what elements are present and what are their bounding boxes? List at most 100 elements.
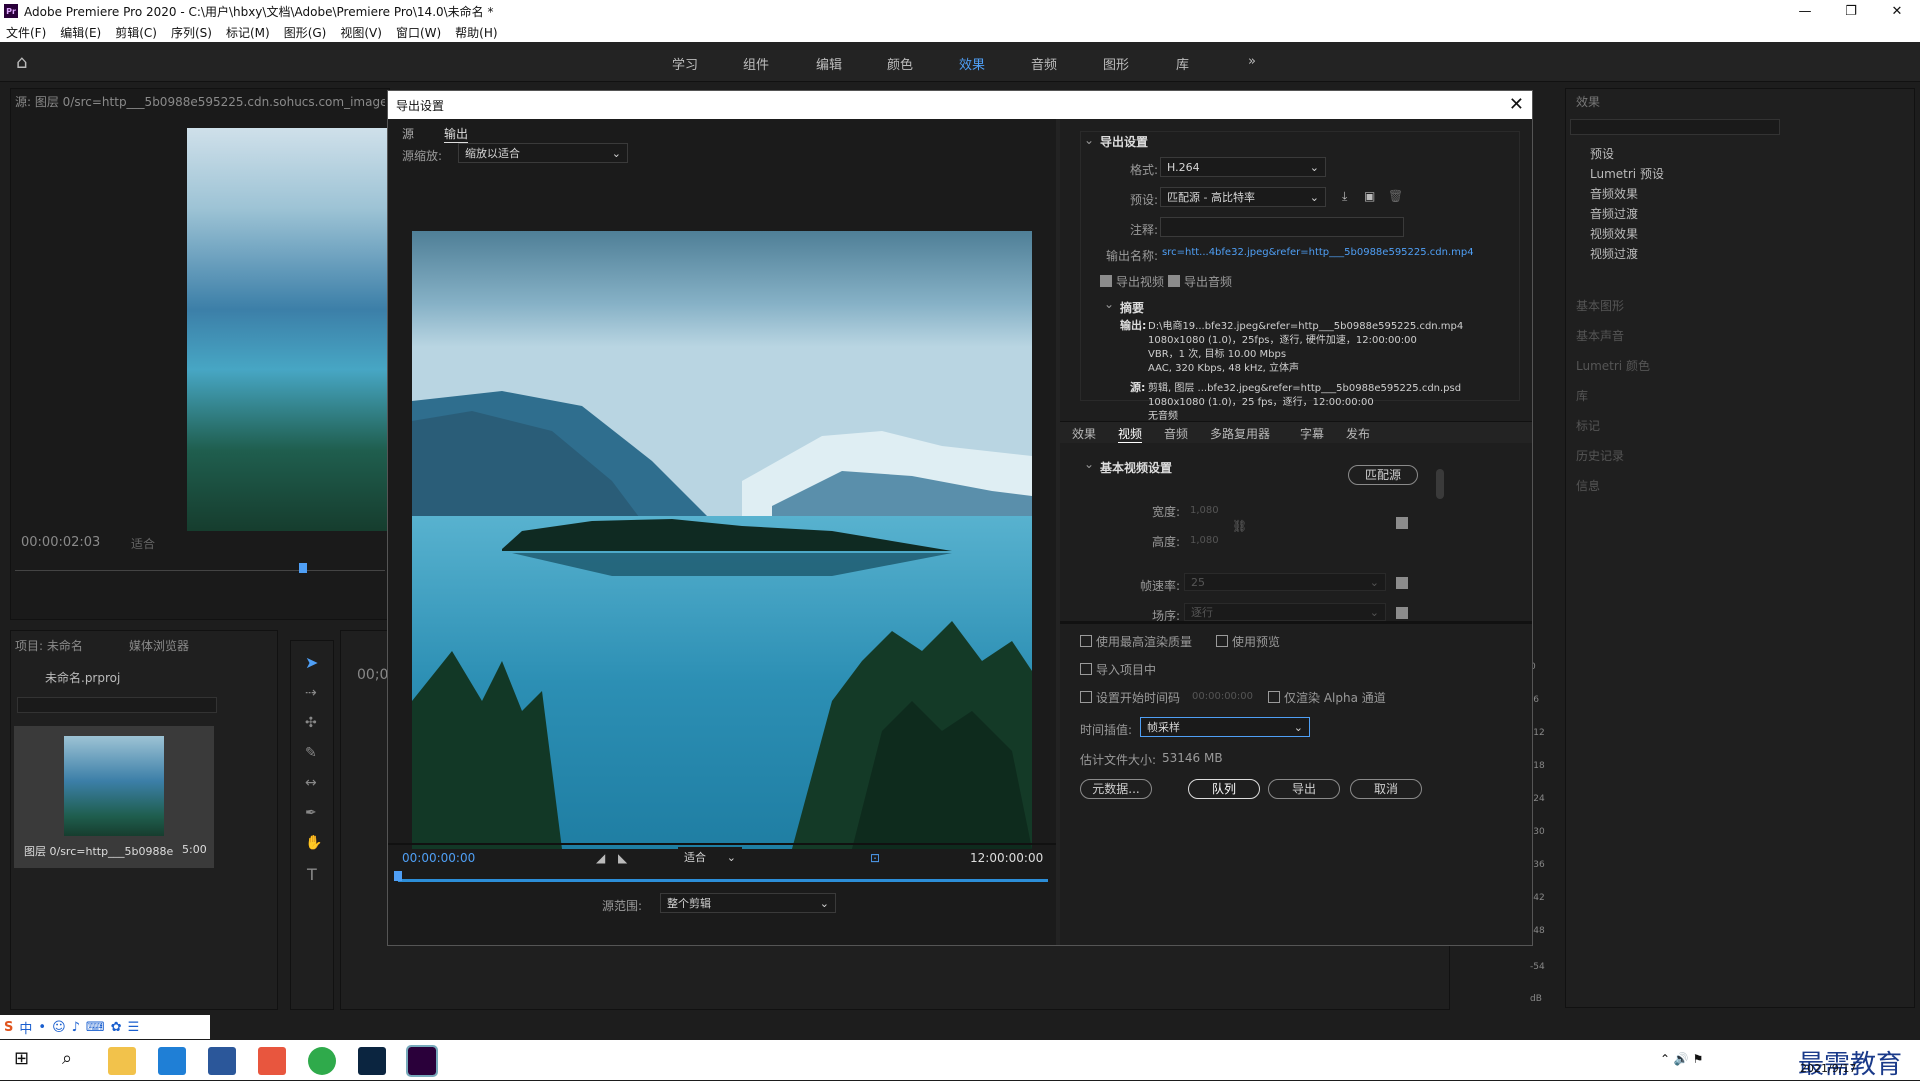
basic-video-chevron-icon[interactable]: ⌄ xyxy=(1084,457,1094,471)
panel-info[interactable]: 信息 xyxy=(1576,477,1600,494)
alpha-only-checkbox[interactable] xyxy=(1268,691,1280,703)
output-name-link[interactable]: src=htt...4bfe32.jpeg&refer=http___5b098… xyxy=(1162,247,1474,258)
effects-item-lumetri-presets[interactable]: Lumetri 预设 xyxy=(1590,165,1664,182)
preset-select[interactable]: 匹配源 - 高比特率 ⌄ xyxy=(1160,187,1326,207)
collapse-chevron-icon[interactable]: ⌄ xyxy=(1084,133,1094,147)
panel-essential-graphics[interactable]: 基本图形 xyxy=(1576,297,1624,314)
source-range-select[interactable]: 整个剪辑 ⌄ xyxy=(660,893,836,913)
export-playhead[interactable] xyxy=(394,871,402,881)
effects-item-video-transitions[interactable]: 视频过渡 xyxy=(1590,245,1638,262)
panel-essential-sound[interactable]: 基本声音 xyxy=(1576,327,1624,344)
timecode-in[interactable]: 00:00:00:00 xyxy=(402,851,475,865)
import-project-checkbox[interactable] xyxy=(1080,663,1092,675)
export-button[interactable]: 导出 xyxy=(1268,779,1340,799)
source-playhead[interactable] xyxy=(299,563,307,573)
selection-tool-icon[interactable]: ➤ xyxy=(305,653,318,672)
menu-help[interactable]: 帮助(H) xyxy=(455,24,497,41)
home-icon[interactable]: ⌂ xyxy=(16,52,38,73)
workspace-tab-assembly[interactable]: 组件 xyxy=(743,54,769,73)
frame-rate-select[interactable]: 25 ⌄ xyxy=(1184,573,1386,591)
sogou-icon[interactable]: S xyxy=(4,1020,13,1035)
track-select-tool-icon[interactable]: ⇢ xyxy=(305,685,317,701)
export-audio-checkbox[interactable] xyxy=(1168,275,1180,287)
media-browser-tab[interactable]: 媒体浏览器 xyxy=(129,637,189,654)
ime-keyboard-icon[interactable]: ⌨ xyxy=(86,1020,105,1035)
field-order-select[interactable]: 逐行 ⌄ xyxy=(1184,603,1386,621)
premiere-taskbar-icon[interactable] xyxy=(406,1045,438,1077)
word-icon[interactable] xyxy=(208,1047,236,1075)
match-source-button[interactable]: 匹配源 xyxy=(1348,465,1418,485)
tab-captions[interactable]: 字幕 xyxy=(1300,425,1324,442)
pen-tool-icon[interactable]: ✒ xyxy=(305,805,317,821)
tray-icons[interactable]: ⌃ 🔊 ⚑ xyxy=(1660,1052,1703,1066)
file-explorer-icon[interactable] xyxy=(108,1047,136,1075)
source-time-ruler[interactable] xyxy=(15,561,385,571)
effects-item-presets[interactable]: 预设 xyxy=(1590,145,1614,162)
hand-tool-icon[interactable]: ✋ xyxy=(305,835,322,851)
match-fps-checkbox[interactable] xyxy=(1396,577,1408,589)
ime-menu-icon[interactable]: ☰ xyxy=(128,1020,140,1035)
export-time-range-bar[interactable] xyxy=(398,879,1048,882)
panel-libraries[interactable]: 库 xyxy=(1576,387,1588,404)
workspace-tab-libraries[interactable]: 库 xyxy=(1176,54,1189,73)
workspace-tab-effects[interactable]: 效果 xyxy=(959,54,985,73)
effects-panel-title[interactable]: 效果 xyxy=(1576,93,1600,110)
razor-tool-icon[interactable]: ✎ xyxy=(305,745,317,761)
workspace-tab-learning[interactable]: 学习 xyxy=(672,54,698,73)
project-tab[interactable]: 项目: 未命名 xyxy=(15,637,83,654)
start-tc-value[interactable]: 00:00:00:00 xyxy=(1192,691,1253,702)
summary-chevron-icon[interactable]: ⌄ xyxy=(1104,297,1114,311)
type-tool-icon[interactable]: T xyxy=(307,865,317,884)
max-render-checkbox[interactable] xyxy=(1080,635,1092,647)
ime-skin-icon[interactable]: ✿ xyxy=(111,1020,122,1035)
format-select[interactable]: H.264 ⌄ xyxy=(1160,157,1326,177)
tab-multiplexer[interactable]: 多路复用器 xyxy=(1210,425,1270,442)
cancel-button[interactable]: 取消 xyxy=(1350,779,1422,799)
settings-scrollbar[interactable] xyxy=(1436,469,1444,499)
edge-icon[interactable] xyxy=(158,1047,186,1075)
menu-marker[interactable]: 标记(M) xyxy=(226,24,270,41)
close-icon[interactable]: ✕ xyxy=(1874,4,1920,19)
search-icon[interactable]: ⌕ xyxy=(62,1048,72,1069)
comment-input[interactable] xyxy=(1160,217,1404,237)
paint-icon[interactable] xyxy=(258,1047,286,1075)
effects-item-audio-transitions[interactable]: 音频过渡 xyxy=(1590,205,1638,222)
panel-history[interactable]: 历史记录 xyxy=(1576,447,1624,464)
chrome-icon[interactable] xyxy=(308,1047,336,1075)
menu-clip[interactable]: 剪辑(C) xyxy=(115,24,157,41)
more-workspaces-icon[interactable]: » xyxy=(1248,54,1256,69)
menu-graphics[interactable]: 图形(G) xyxy=(284,24,327,41)
workspace-tab-graphics[interactable]: 图形 xyxy=(1103,54,1129,73)
workspace-tab-editing[interactable]: 编辑 xyxy=(816,54,842,73)
source-scale-select[interactable]: 缩放以适合 ⌄ xyxy=(458,143,628,163)
ime-mode[interactable]: 中 xyxy=(19,1018,32,1037)
match-field-checkbox[interactable] xyxy=(1396,607,1408,619)
dialog-close-icon[interactable]: ✕ xyxy=(1509,94,1524,115)
menu-edit[interactable]: 编辑(E) xyxy=(60,24,101,41)
tab-audio[interactable]: 音频 xyxy=(1164,425,1188,442)
tab-video[interactable]: 视频 xyxy=(1118,425,1143,443)
effects-item-audio-effects[interactable]: 音频效果 xyxy=(1590,185,1638,202)
menu-view[interactable]: 视图(V) xyxy=(340,24,382,41)
photoshop-icon[interactable] xyxy=(358,1047,386,1075)
metadata-button[interactable]: 元数据... xyxy=(1080,779,1152,799)
ime-emoji-icon[interactable]: ☺ xyxy=(52,1020,66,1035)
width-value[interactable]: 1,080 xyxy=(1190,505,1219,516)
panel-markers[interactable]: 标记 xyxy=(1576,417,1600,434)
maximize-icon[interactable]: ❐ xyxy=(1828,4,1874,19)
effects-search-input[interactable] xyxy=(1570,119,1780,135)
delete-preset-icon[interactable]: 🗑 xyxy=(1388,189,1403,203)
time-interp-select[interactable]: 帧采样 ⌄ xyxy=(1140,717,1310,737)
set-in-point-icon[interactable]: ◢ xyxy=(596,851,605,865)
start-icon[interactable]: ⊞ xyxy=(14,1048,29,1069)
source-monitor-tab[interactable]: 源: 图层 0/src=http___5b0988e595225.cdn.soh… xyxy=(15,93,385,110)
export-video-checkbox[interactable] xyxy=(1100,275,1112,287)
aspect-correction-icon[interactable]: ⊡ xyxy=(870,851,880,865)
tab-effects[interactable]: 效果 xyxy=(1072,425,1096,442)
preview-fit-select[interactable]: 适合 ⌄ xyxy=(678,847,742,867)
ime-mic-icon[interactable]: ♪ xyxy=(72,1020,80,1035)
link-dimensions-icon[interactable]: ⛓ xyxy=(1232,519,1247,533)
tab-publish[interactable]: 发布 xyxy=(1346,425,1370,442)
use-preview-checkbox[interactable] xyxy=(1216,635,1228,647)
source-fit-select[interactable]: 适合 xyxy=(131,535,155,552)
